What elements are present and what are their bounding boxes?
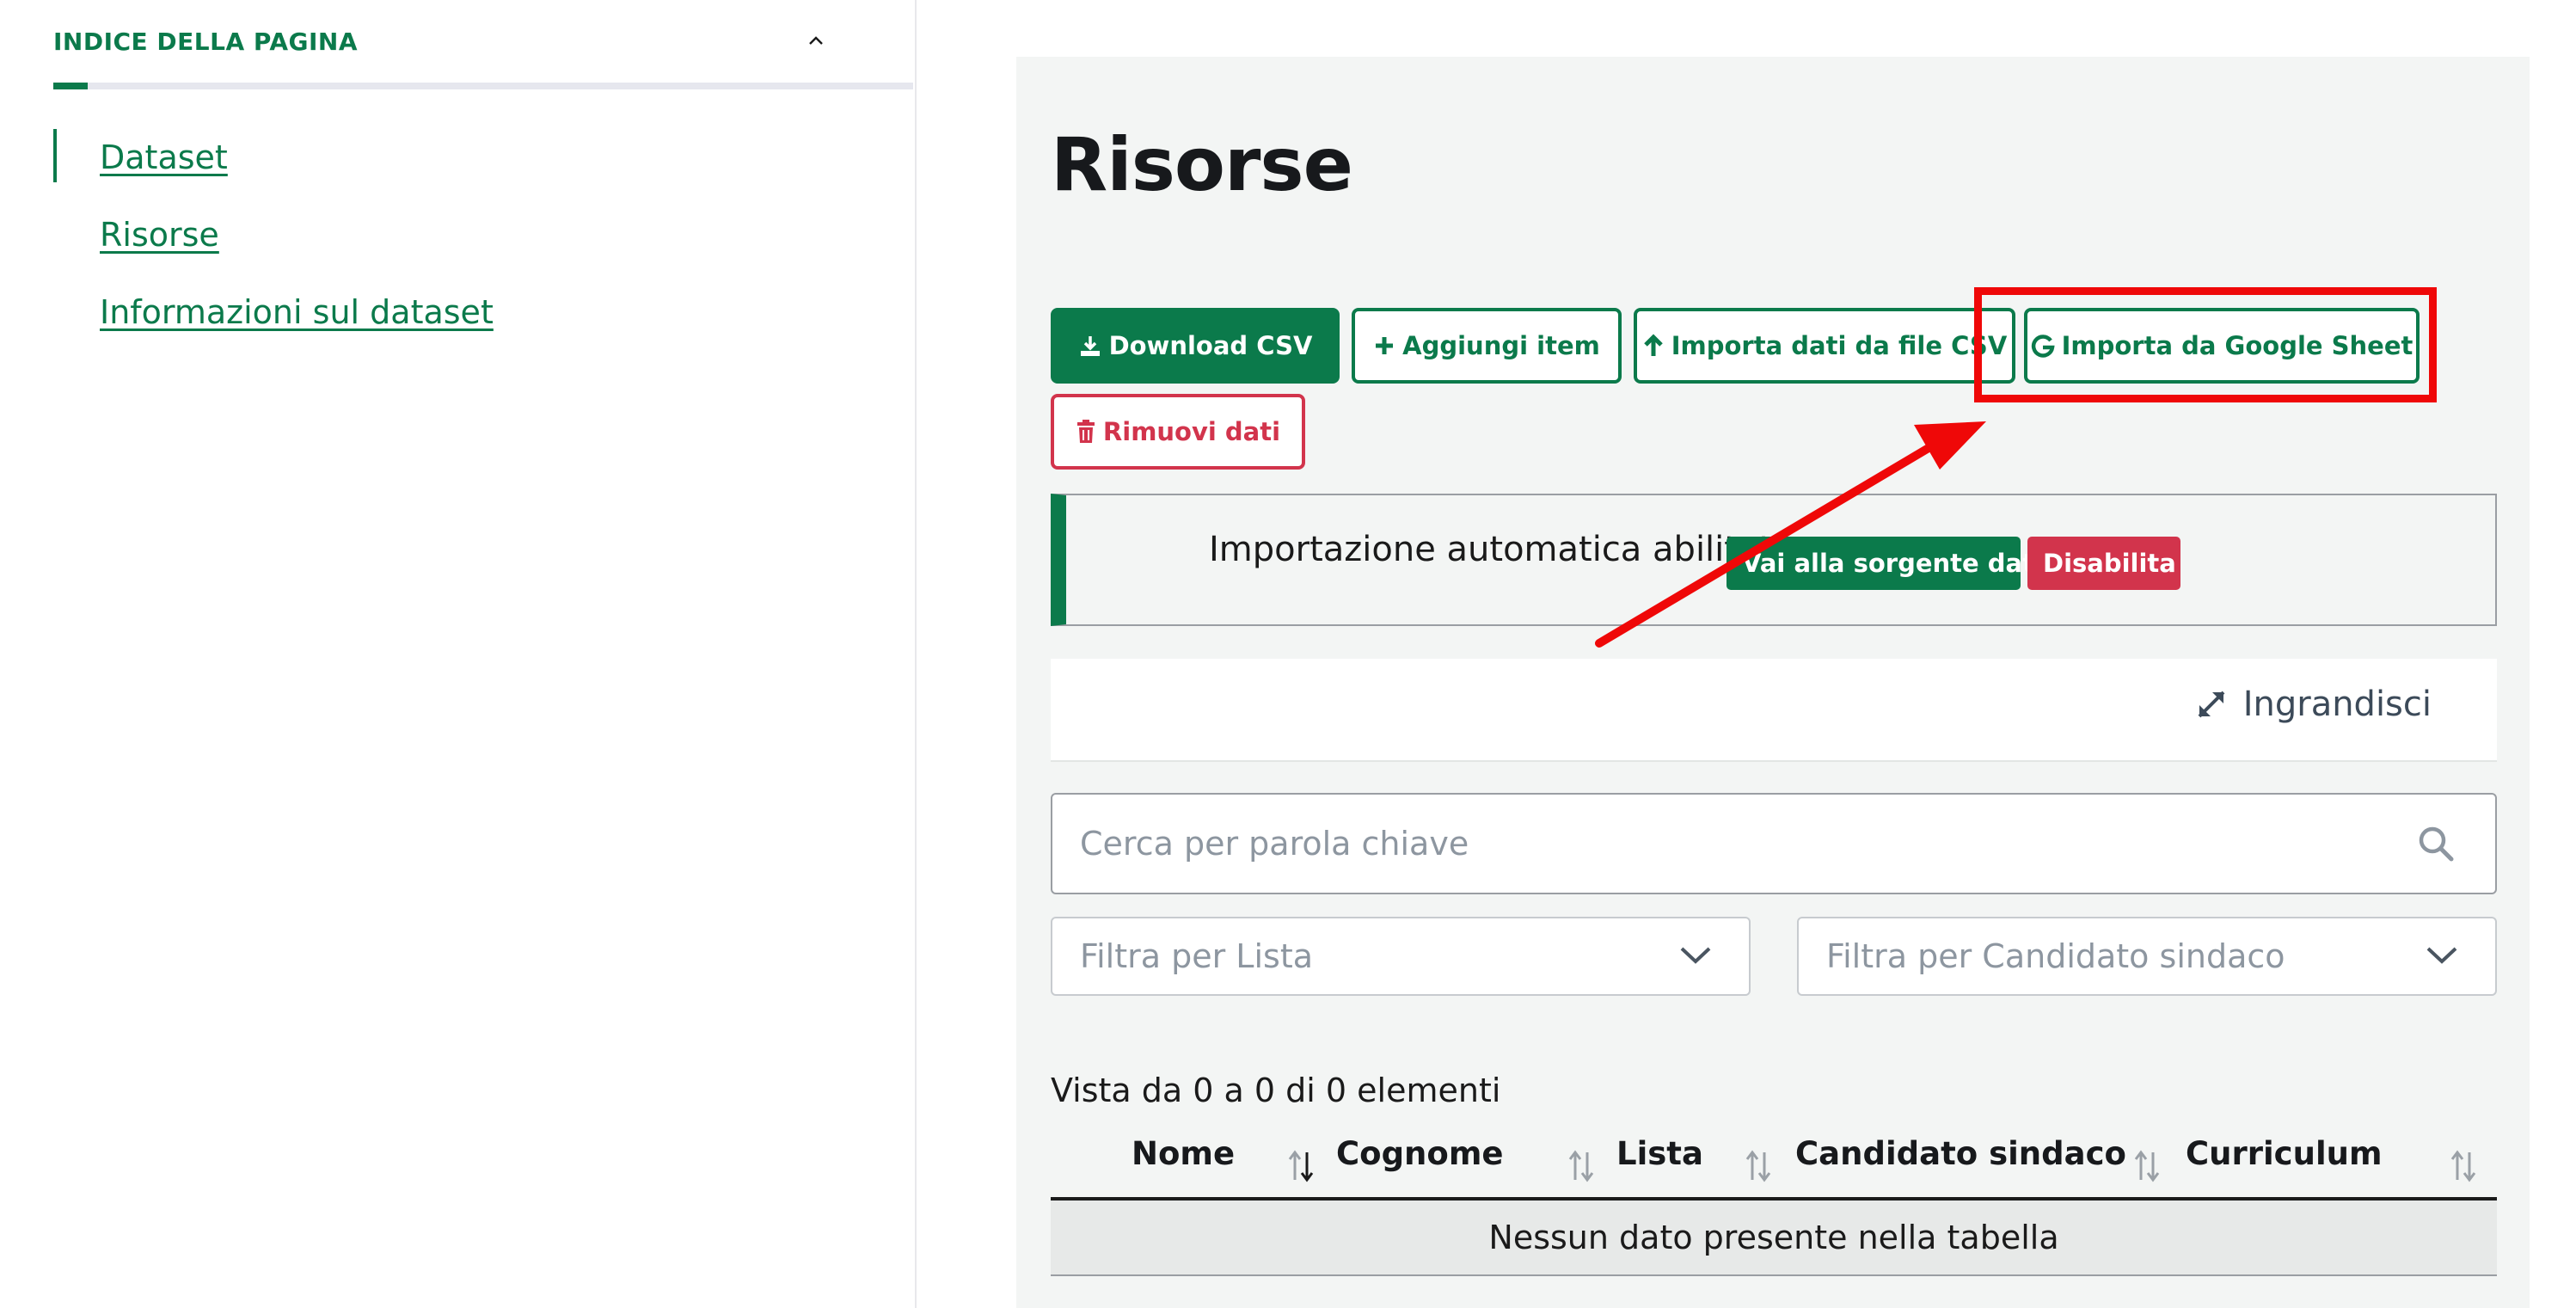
page-index-sidebar: INDICE DELLA PAGINA Dataset Risorse Info…: [0, 0, 917, 1308]
expand-label: Ingrandisci: [2242, 685, 2432, 724]
sort-icon[interactable]: [2132, 1149, 2162, 1183]
table-header: Nome Cognome Lista Candidato sindaco Cur…: [1051, 1123, 2497, 1201]
sort-icon[interactable]: [1286, 1149, 1316, 1183]
arrow-up-icon: [1643, 334, 1663, 356]
filter-candidato-select[interactable]: Filtra per Candidato sindaco: [1797, 917, 2497, 996]
import-csv-label: Importa dati da file CSV: [1671, 331, 2008, 360]
filter-lista-placeholder: Filtra per Lista: [1080, 937, 1314, 975]
page-index-list: Dataset Risorse Informazioni sul dataset: [53, 129, 494, 361]
toc-link-dataset[interactable]: Dataset: [53, 129, 494, 206]
filter-lista-select[interactable]: Filtra per Lista: [1051, 917, 1751, 996]
column-header-cognome[interactable]: Cognome: [1336, 1135, 1503, 1172]
toc-link-risorse[interactable]: Risorse: [53, 206, 494, 284]
disable-label: Disabilita: [2043, 549, 2176, 578]
sort-icon[interactable]: [1567, 1149, 1596, 1183]
page-index-progress: [53, 83, 913, 89]
auto-import-text: Importazione automatica abilitata: [1209, 530, 1794, 569]
column-header-curriculum[interactable]: Curriculum: [2186, 1135, 2383, 1172]
remove-data-button[interactable]: Rimuovi dati: [1051, 394, 1305, 470]
download-csv-button[interactable]: Download CSV: [1051, 308, 1340, 384]
add-item-label: Aggiungi item: [1402, 331, 1600, 360]
sort-icon[interactable]: [2449, 1149, 2478, 1183]
page-title: Risorse: [1051, 122, 1353, 208]
chevron-down-icon: [1680, 947, 1711, 964]
filter-candidato-placeholder: Filtra per Candidato sindaco: [1826, 937, 2285, 975]
go-to-source-label: Vai alla sorgente dati: [1742, 549, 2043, 578]
page-index-header[interactable]: INDICE DELLA PAGINA: [53, 0, 913, 83]
plus-icon: [1376, 337, 1394, 354]
annotation-highlight-box: [1974, 287, 2437, 402]
add-item-button[interactable]: Aggiungi item: [1352, 308, 1622, 384]
page-index-progress-fill: [53, 83, 88, 89]
expand-button[interactable]: Ingrandisci: [2195, 685, 2432, 724]
results-info: Vista da 0 a 0 di 0 elementi: [1051, 1072, 1501, 1109]
import-csv-button[interactable]: Importa dati da file CSV: [1634, 308, 2015, 384]
chevron-down-icon: [2426, 947, 2457, 964]
expand-icon: [2198, 691, 2225, 718]
column-header-lista[interactable]: Lista: [1616, 1135, 1703, 1172]
sort-icon[interactable]: [1744, 1149, 1773, 1183]
chevron-up-icon[interactable]: [804, 29, 828, 53]
page-index-title: INDICE DELLA PAGINA: [53, 27, 359, 56]
table-empty-message: Nessun dato presente nella tabella: [1488, 1219, 2059, 1256]
column-header-nome[interactable]: Nome: [1132, 1135, 1235, 1172]
remove-data-label: Rimuovi dati: [1102, 417, 1281, 446]
column-header-candidato-sindaco[interactable]: Candidato sindaco: [1795, 1135, 2126, 1172]
data-table: Nome Cognome Lista Candidato sindaco Cur…: [1051, 1123, 2497, 1276]
download-icon: [1080, 336, 1100, 356]
search-input[interactable]: [1052, 795, 2394, 893]
resources-panel: Risorse Download CSV Aggiungi item Impor…: [1016, 57, 2530, 1308]
keyword-search: [1051, 793, 2497, 894]
disable-auto-import-button[interactable]: Disabilita: [2027, 537, 2180, 590]
table-toolbar: Ingrandisci: [1051, 659, 2497, 762]
search-icon[interactable]: [2416, 824, 2456, 863]
download-csv-label: Download CSV: [1108, 331, 1313, 360]
trash-icon: [1076, 420, 1095, 443]
table-empty-row: Nessun dato presente nella tabella: [1051, 1201, 2497, 1276]
go-to-source-button[interactable]: Vai alla sorgente dati: [1727, 537, 2043, 590]
toc-link-informazioni[interactable]: Informazioni sul dataset: [53, 284, 494, 361]
auto-import-alert: Importazione automatica abilitata Vai al…: [1051, 494, 2497, 626]
